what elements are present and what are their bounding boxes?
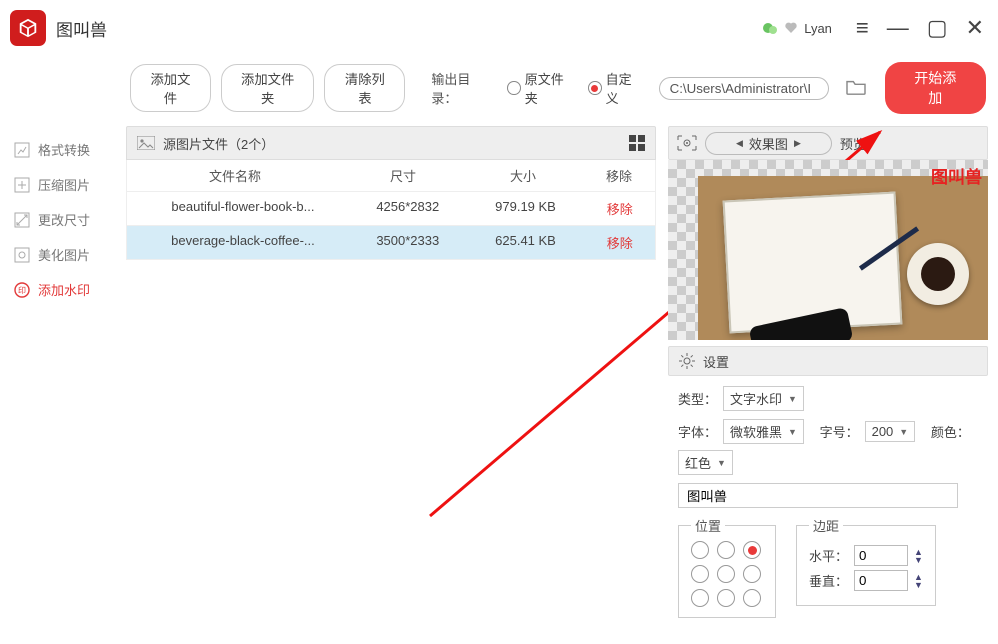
type-dropdown[interactable]: 文字水印▼: [723, 386, 804, 411]
heart-icon: [784, 21, 798, 35]
pos-tr[interactable]: [743, 541, 761, 559]
effect-toggle[interactable]: ◀效果图▶: [705, 132, 832, 155]
username: Lyan: [804, 21, 832, 36]
table-row[interactable]: beverage-black-coffee-... 3500*2333 625.…: [126, 226, 656, 260]
minimize-icon[interactable]: —: [887, 17, 909, 39]
table-header: 文件名称 尺寸 大小 移除: [126, 160, 656, 192]
menu-icon[interactable]: ≡: [856, 17, 869, 39]
margin-v-stepper[interactable]: ▲▼: [914, 573, 923, 589]
pos-tl[interactable]: [691, 541, 709, 559]
size-dropdown[interactable]: 200▼: [865, 421, 916, 442]
watermark-text-input[interactable]: [678, 483, 958, 508]
browse-folder-icon[interactable]: [845, 78, 867, 99]
close-icon[interactable]: ✕: [966, 17, 984, 39]
pos-mc[interactable]: [717, 565, 735, 583]
sidebar-item-beautify[interactable]: 美化图片: [10, 237, 118, 272]
start-add-button[interactable]: 开始添加: [885, 62, 986, 114]
type-label: 类型：: [678, 389, 717, 408]
output-path-input[interactable]: [659, 77, 829, 100]
watermark-sample: 图叫兽: [931, 163, 982, 188]
maximize-icon[interactable]: ▢: [927, 17, 948, 39]
clear-list-button[interactable]: 清除列表: [324, 64, 405, 112]
margin-v-input[interactable]: [854, 570, 908, 591]
size-label: 字号：: [820, 422, 859, 441]
gear-icon: [679, 353, 695, 369]
position-fieldset: 位置: [678, 516, 776, 618]
right-panel: ◀效果图▶ 预览 图叫兽 设置 类型： 文字水印▼ 字体： 微软雅黑▼: [668, 126, 988, 644]
pos-tc[interactable]: [717, 541, 735, 559]
remove-button[interactable]: 移除: [584, 226, 655, 259]
file-list-panel: 源图片文件（2个） 文件名称 尺寸 大小 移除 beautiful-flower…: [118, 126, 664, 644]
preview-image: 图叫兽: [668, 160, 988, 340]
sidebar-item-watermark[interactable]: 印添加水印: [10, 272, 118, 307]
sidebar-item-format[interactable]: 格式转换: [10, 132, 118, 167]
preview-label: 预览: [840, 134, 866, 153]
add-folder-button[interactable]: 添加文件夹: [221, 64, 315, 112]
app-logo: [10, 10, 46, 46]
margin-h-label: 水平：: [809, 546, 848, 565]
sidebar-item-resize[interactable]: 更改尺寸: [10, 202, 118, 237]
font-dropdown[interactable]: 微软雅黑▼: [723, 419, 804, 444]
add-file-button[interactable]: 添加文件: [130, 64, 211, 112]
image-icon: [137, 136, 155, 150]
pos-ml[interactable]: [691, 565, 709, 583]
pos-br[interactable]: [743, 589, 761, 607]
settings-title: 设置: [703, 352, 729, 371]
font-label: 字体：: [678, 422, 717, 441]
margin-v-label: 垂直：: [809, 571, 848, 590]
output-label: 输出目录：: [431, 69, 493, 107]
titlebar: 图叫兽 Lyan ≡ — ▢ ✕: [0, 0, 998, 56]
file-list-title: 源图片文件（2个）: [163, 134, 274, 153]
color-label: 颜色：: [931, 422, 970, 441]
table-row[interactable]: beautiful-flower-book-b... 4256*2832 979…: [126, 192, 656, 226]
remove-button[interactable]: 移除: [584, 192, 655, 225]
svg-text:印: 印: [18, 286, 26, 295]
user-block[interactable]: Lyan: [762, 20, 832, 36]
pos-mr[interactable]: [743, 565, 761, 583]
sidebar-item-compress[interactable]: 压缩图片: [10, 167, 118, 202]
toolbar: 添加文件 添加文件夹 清除列表 输出目录： 原文件夹 自定义 开始添加: [0, 56, 998, 126]
color-dropdown[interactable]: 红色▼: [678, 450, 733, 475]
sidebar: 格式转换 压缩图片 更改尺寸 美化图片 印添加水印: [0, 126, 118, 644]
margin-h-stepper[interactable]: ▲▼: [914, 548, 923, 564]
eye-scan-icon: [677, 135, 697, 151]
app-title: 图叫兽: [56, 16, 107, 41]
wechat-mini-icon: [762, 20, 778, 36]
radio-same-folder[interactable]: 原文件夹: [507, 69, 574, 107]
pos-bc[interactable]: [717, 589, 735, 607]
radio-custom-folder[interactable]: 自定义: [588, 69, 642, 107]
margin-fieldset: 边距 水平： ▲▼ 垂直： ▲▼: [796, 516, 936, 606]
pos-bl[interactable]: [691, 589, 709, 607]
margin-h-input[interactable]: [854, 545, 908, 566]
app-logo-icon: [17, 17, 39, 39]
view-toggle-icon[interactable]: [629, 135, 645, 151]
